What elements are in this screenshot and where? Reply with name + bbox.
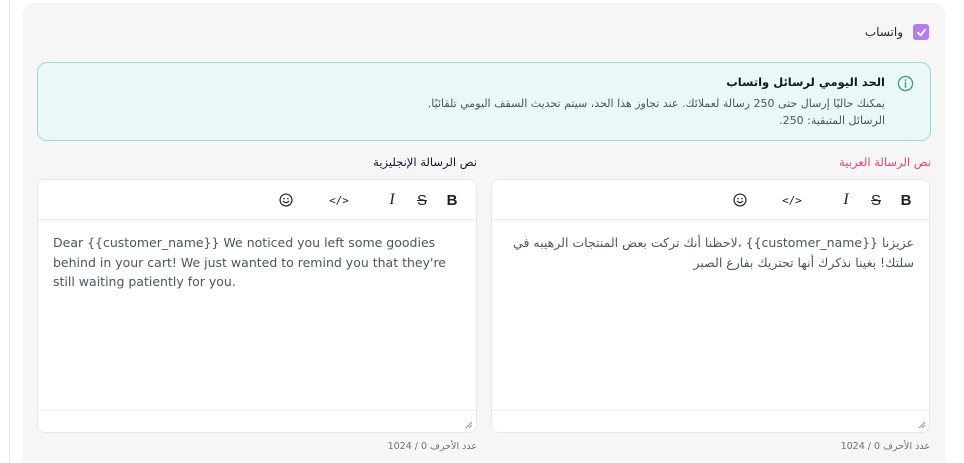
daily-limit-info-box: الحد اليومي لرسائل واتساب يمكنك حاليًا إ… (37, 62, 931, 141)
resize-handle-icon[interactable] (918, 421, 926, 429)
checkmark-icon (916, 28, 926, 36)
italic-button[interactable]: I (382, 180, 402, 220)
code-button[interactable]: </> (324, 180, 354, 220)
arabic-editor-footer (492, 410, 929, 432)
smiley-icon (279, 193, 293, 207)
resize-handle-icon[interactable] (465, 421, 473, 429)
info-description: يمكنك حاليًا إرسال حتى 250 رسالة لعملائك… (427, 97, 885, 110)
english-message-textarea[interactable]: Dear {{customer_name}} We noticed you le… (38, 220, 476, 410)
strikethrough-button[interactable]: S (866, 180, 886, 220)
arabic-message-label: نص الرسالة العربية (839, 155, 931, 169)
english-editor-footer (38, 410, 476, 432)
english-editor-toolbar: B S I </> (38, 180, 476, 220)
code-button[interactable]: </> (777, 180, 807, 220)
bold-button[interactable]: B (896, 180, 916, 220)
arabic-editor-toolbar: B S I </> (492, 180, 929, 220)
whatsapp-checkbox-label: واتساب (864, 25, 903, 39)
whatsapp-toggle-row[interactable]: واتساب (865, 24, 929, 40)
arabic-char-count: عدد الأحرف 0 / 1024 (840, 441, 930, 452)
english-message-editor: B S I </> Dear {{customer_name}} We noti… (37, 179, 477, 433)
whatsapp-checkbox[interactable] (913, 24, 929, 40)
info-title: الحد اليومي لرسائل واتساب (726, 75, 885, 89)
strikethrough-button[interactable]: S (412, 180, 432, 220)
arabic-message-textarea[interactable]: عزيزنا {{customer_name}} ،لاحظنا أنك ترك… (492, 220, 929, 410)
arabic-message-editor: B S I </> عزيزنا {{customer_name}} ،لاحظ… (491, 179, 930, 433)
italic-button[interactable]: I (836, 180, 856, 220)
info-remaining: الرسائل المتبقية: 250. (779, 114, 885, 127)
emoji-button[interactable] (275, 180, 297, 220)
english-char-count: عدد الأحرف 0 / 1024 (387, 441, 477, 452)
page-scrollbar (9, 0, 10, 463)
smiley-icon (733, 193, 747, 207)
emoji-button[interactable] (729, 180, 751, 220)
bold-button[interactable]: B (442, 180, 462, 220)
info-icon (897, 75, 914, 92)
english-message-label: نص الرسالة الإنجليزية (373, 155, 477, 169)
